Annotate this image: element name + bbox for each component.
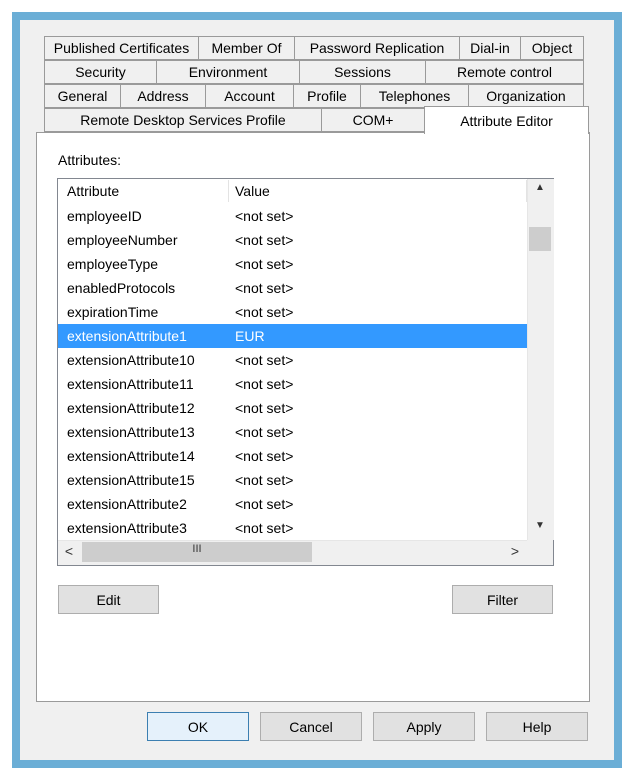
list-row-extensionattribute12[interactable]: extensionAttribute12 <not set> [58, 396, 527, 420]
attribute-name: employeeID [67, 208, 142, 224]
tab-general[interactable]: General [44, 84, 121, 108]
filter-button[interactable]: Filter [452, 585, 553, 614]
list-row-enabledprotocols[interactable]: enabledProtocols <not set> [58, 276, 527, 300]
help-button[interactable]: Help [486, 712, 588, 741]
list-row-extensionattribute10[interactable]: extensionAttribute10 <not set> [58, 348, 527, 372]
ok-button[interactable]: OK [147, 712, 249, 741]
vertical-scroll-thumb[interactable] [529, 227, 551, 251]
attribute-name: extensionAttribute11 [67, 376, 194, 392]
attribute-name: extensionAttribute13 [67, 424, 195, 440]
attribute-value: <not set> [235, 352, 294, 368]
list-row-extensionattribute14[interactable]: extensionAttribute14 <not set> [58, 444, 527, 468]
list-row-employeetype[interactable]: employeeType <not set> [58, 252, 527, 276]
list-row-extensionattribute1-selected[interactable]: extensionAttribute1 EUR [58, 324, 527, 348]
tab-profile[interactable]: Profile [293, 84, 361, 108]
attributes-label: Attributes: [58, 152, 122, 168]
attribute-name: extensionAttribute10 [67, 352, 195, 368]
apply-button[interactable]: Apply [373, 712, 475, 741]
scroll-grip-icon: III [192, 543, 202, 555]
tab-sessions[interactable]: Sessions [299, 60, 426, 84]
attribute-value: <not set> [235, 376, 294, 392]
attribute-value: <not set> [235, 496, 294, 512]
scrollbar-corner [527, 540, 553, 565]
attribute-value: <not set> [235, 208, 294, 224]
attribute-value: <not set> [235, 400, 294, 416]
attribute-value: <not set> [235, 424, 294, 440]
attribute-name: extensionAttribute15 [67, 472, 195, 488]
list-row-extensionattribute11[interactable]: extensionAttribute11 <not set> [58, 372, 527, 396]
attribute-value: <not set> [235, 280, 294, 296]
list-row-employeeid[interactable]: employeeID <not set> [58, 204, 527, 228]
tab-environment[interactable]: Environment [156, 60, 300, 84]
list-row-employeenumber[interactable]: employeeNumber <not set> [58, 228, 527, 252]
tab-published-certificates[interactable]: Published Certificates [44, 36, 199, 60]
attribute-value: <not set> [235, 472, 294, 488]
list-row-extensionattribute15[interactable]: extensionAttribute15 <not set> [58, 468, 527, 492]
tab-remote-desktop-services-profile[interactable]: Remote Desktop Services Profile [44, 108, 322, 132]
list-row-extensionattribute2[interactable]: extensionAttribute2 <not set> [58, 492, 527, 516]
attribute-name: employeeNumber [67, 232, 178, 248]
tab-member-of[interactable]: Member Of [198, 36, 295, 60]
attribute-name: extensionAttribute3 [67, 520, 187, 536]
tab-security[interactable]: Security [44, 60, 157, 84]
tab-attribute-editor[interactable]: Attribute Editor [424, 106, 589, 134]
attribute-name: enabledProtocols [67, 280, 176, 296]
attribute-name: extensionAttribute2 [67, 496, 187, 512]
list-row-expirationtime[interactable]: expirationTime <not set> [58, 300, 527, 324]
column-header-value[interactable]: Value [235, 180, 270, 202]
scroll-up-arrow-icon[interactable]: ▲ [529, 182, 551, 193]
list-row-extensionattribute13[interactable]: extensionAttribute13 <not set> [58, 420, 527, 444]
edit-button[interactable]: Edit [58, 585, 159, 614]
list-row-extensionattribute3[interactable]: extensionAttribute3 <not set> [58, 516, 527, 540]
tab-telephones[interactable]: Telephones [360, 84, 469, 108]
tab-password-replication[interactable]: Password Replication [294, 36, 460, 60]
tab-organization[interactable]: Organization [468, 84, 584, 108]
tab-account[interactable]: Account [205, 84, 294, 108]
attribute-value: EUR [235, 328, 265, 344]
cancel-button[interactable]: Cancel [260, 712, 362, 741]
column-header-divider[interactable] [228, 180, 229, 202]
attribute-name: extensionAttribute12 [67, 400, 195, 416]
attribute-name: expirationTime [67, 304, 159, 320]
tab-com-plus[interactable]: COM+ [321, 108, 425, 132]
attribute-value: <not set> [235, 256, 294, 272]
attribute-value: <not set> [235, 232, 294, 248]
scroll-down-arrow-icon[interactable]: ▼ [529, 520, 551, 531]
attribute-value: <not set> [235, 520, 294, 536]
scroll-right-arrow-icon[interactable]: > [506, 543, 524, 559]
column-header-attribute[interactable]: Attribute [67, 180, 119, 202]
attribute-name: employeeType [67, 256, 159, 272]
attribute-value: <not set> [235, 304, 294, 320]
attribute-name: extensionAttribute1 [67, 328, 187, 344]
tab-dial-in[interactable]: Dial-in [459, 36, 521, 60]
tab-address[interactable]: Address [120, 84, 206, 108]
attribute-value: <not set> [235, 448, 294, 464]
tab-object[interactable]: Object [520, 36, 584, 60]
attribute-name: extensionAttribute14 [67, 448, 195, 464]
tab-remote-control[interactable]: Remote control [425, 60, 584, 84]
scroll-left-arrow-icon[interactable]: < [60, 543, 78, 559]
